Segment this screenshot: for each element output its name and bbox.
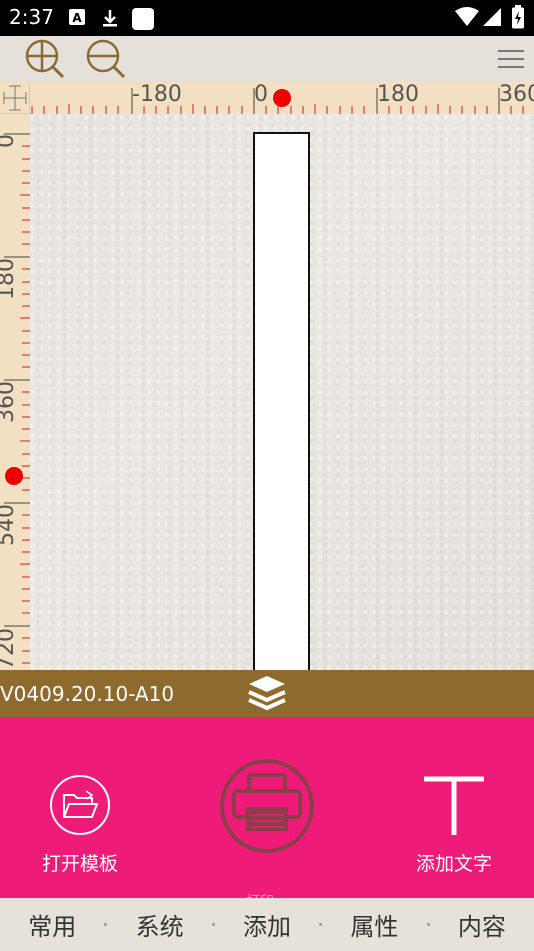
open-template-button[interactable]: 打开模板 bbox=[30, 775, 130, 895]
svg-text:A: A bbox=[72, 11, 82, 25]
add-text-button[interactable]: 添加文字 bbox=[404, 773, 504, 893]
label-paper[interactable] bbox=[253, 132, 310, 670]
ruler-left-label-0: 0 bbox=[0, 118, 19, 148]
ruler-top-label-360: 360 bbox=[499, 82, 534, 107]
print-canvas[interactable] bbox=[30, 114, 534, 670]
toolbar bbox=[0, 36, 534, 82]
wifi-icon bbox=[455, 7, 479, 26]
tab-add[interactable]: 添加 bbox=[215, 907, 319, 942]
open-template-circle bbox=[50, 775, 110, 835]
move-cross-icon[interactable] bbox=[0, 82, 30, 114]
ruler-top: -180 0 180 360 bbox=[30, 82, 534, 114]
ruler-left-marker[interactable] bbox=[5, 467, 23, 485]
ruler-top-label-neg180: -180 bbox=[132, 82, 182, 107]
printer-icon bbox=[232, 773, 302, 831]
action-panel: 打开模板 打印 添加文字 bbox=[0, 717, 534, 899]
ruler-left-label-720: 720 bbox=[0, 628, 19, 670]
ruler-left-label-540: 540 bbox=[0, 504, 19, 546]
a-notification-icon: A bbox=[69, 9, 85, 25]
folder-open-icon bbox=[62, 790, 99, 818]
zoom-out-icon[interactable] bbox=[85, 38, 127, 80]
open-template-label: 打开模板 bbox=[41, 853, 118, 875]
print-button[interactable] bbox=[220, 759, 314, 853]
status-bar: 2:37 A bbox=[0, 0, 534, 36]
ruler-left-label-360: 360 bbox=[0, 381, 19, 423]
text-t-icon bbox=[424, 776, 484, 835]
bottom-tab-bar: 常用 系统 添加 属性 内容 bbox=[0, 898, 534, 951]
download-icon bbox=[103, 10, 117, 27]
ruler-left-label-180: 180 bbox=[0, 258, 19, 300]
ruler-top-label-0: 0 bbox=[254, 82, 268, 107]
collapse-layers-icon[interactable] bbox=[245, 676, 289, 712]
ruler-top-label-180: 180 bbox=[377, 82, 419, 107]
zoom-in-icon[interactable] bbox=[24, 38, 66, 80]
signal-icon bbox=[483, 8, 501, 26]
square-notification-icon bbox=[132, 8, 154, 30]
menu-icon[interactable] bbox=[494, 46, 528, 72]
tab-system[interactable]: 系统 bbox=[107, 907, 211, 942]
add-text-label: 添加文字 bbox=[415, 853, 492, 875]
ruler-left: 0 180 360 540 720 bbox=[0, 114, 30, 670]
tab-common[interactable]: 常用 bbox=[0, 907, 104, 942]
tab-content[interactable]: 内容 bbox=[430, 907, 534, 942]
ruler-top-ticks bbox=[31, 88, 524, 114]
ruler-top-marker[interactable] bbox=[273, 89, 291, 107]
battery-icon bbox=[512, 5, 524, 29]
version-bar: V0409.20.10-A10 bbox=[0, 670, 534, 717]
tab-properties[interactable]: 属性 bbox=[322, 907, 426, 942]
status-time: 2:37 bbox=[9, 5, 54, 29]
ruler-corner bbox=[0, 82, 30, 114]
version-text: V0409.20.10-A10 bbox=[0, 682, 175, 706]
